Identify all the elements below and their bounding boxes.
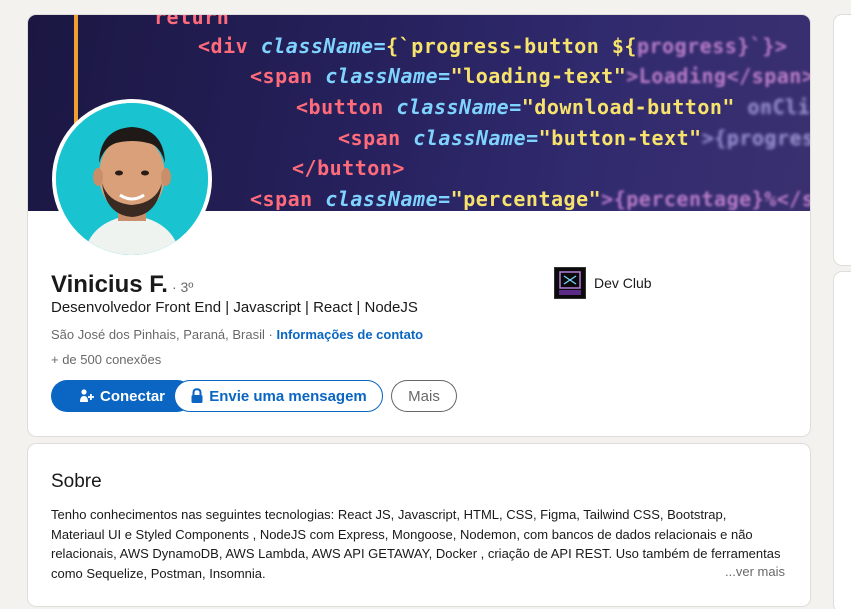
about-heading: Sobre (51, 471, 102, 492)
profile-card: return <div className={`progress-button … (28, 15, 810, 436)
profile-avatar[interactable] (52, 99, 212, 259)
connection-degree: · 3º (171, 279, 194, 295)
send-message-label: Envie uma mensagem (209, 387, 367, 405)
connect-button-label: Conectar (99, 387, 166, 405)
current-company[interactable]: Dev Club (554, 267, 652, 299)
connections-count[interactable]: + de 500 conexões (51, 352, 161, 367)
dev-club-logo (554, 267, 586, 299)
about-section: Sobre Tenho conhecimentos nas seguintes … (28, 444, 810, 606)
profile-headline: Desenvolvedor Front End | Javascript | R… (51, 299, 418, 316)
banner-code-line-6: <span className="percentage">{percentage… (250, 187, 810, 211)
avatar-person-illustration (56, 103, 208, 255)
banner-code-line-4: <span className="button-text">{progress … (338, 126, 810, 150)
lock-icon (191, 388, 203, 403)
profile-name-row: Vinicius F. · 3º (51, 271, 193, 299)
profile-location: São José dos Pinhais, Paraná, Brasil (51, 327, 265, 342)
see-more-link[interactable]: ...ver mais (725, 564, 785, 579)
location-separator: · (264, 327, 277, 342)
more-actions-button[interactable]: Mais (391, 380, 457, 412)
sidebar-card-top (834, 15, 851, 265)
profile-name: Vinicius F. (51, 271, 168, 298)
about-text: Tenho conhecimentos nas seguintes tecnol… (51, 507, 781, 581)
send-message-button[interactable]: Envie uma mensagem (174, 380, 383, 412)
sidebar-card-bottom (834, 272, 851, 609)
profile-location-row: São José dos Pinhais, Paraná, Brasil · I… (51, 327, 423, 342)
banner-code-line-1: <div className={`progress-button ${progr… (198, 34, 788, 58)
banner-code-line-2: <span className="loading-text">Loading</… (250, 64, 810, 88)
banner-code-line-5: </button> (292, 156, 405, 180)
connect-button[interactable]: Conectar (51, 380, 193, 412)
dev-club-logo-mark (555, 268, 585, 298)
more-actions-label: Mais (408, 387, 440, 405)
contact-info-link[interactable]: Informações de contato (276, 327, 423, 342)
banner-code-line-0: return (154, 15, 230, 29)
add-person-icon (79, 389, 94, 402)
company-name: Dev Club (594, 275, 652, 291)
banner-code-line-3: <button className="download-button" onCl… (296, 95, 810, 119)
